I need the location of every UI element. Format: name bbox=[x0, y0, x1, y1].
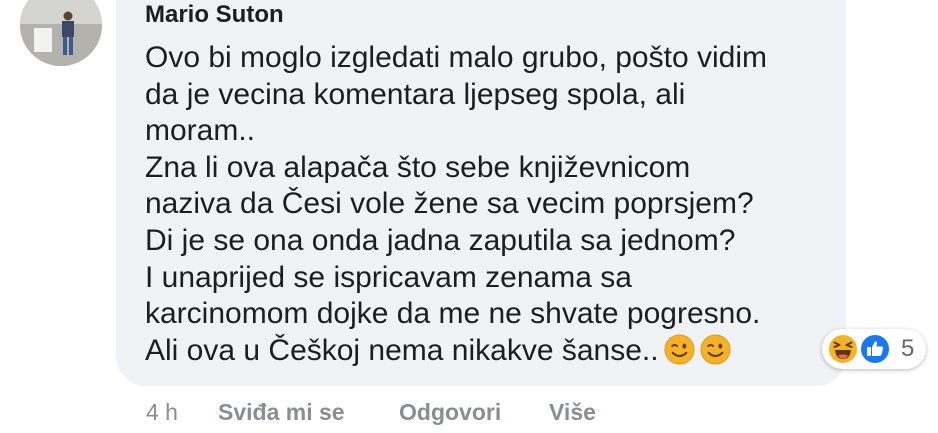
comment-author-name[interactable]: Mario Suton bbox=[145, 1, 284, 29]
reaction-count: 5 bbox=[901, 335, 915, 362]
comment-timestamp[interactable]: 4 h bbox=[146, 397, 178, 427]
like-icon bbox=[859, 333, 891, 365]
reply-button[interactable]: Odgovori bbox=[399, 397, 501, 427]
author-avatar[interactable] bbox=[20, 0, 102, 66]
reaction-summary[interactable]: 5 bbox=[822, 329, 926, 369]
comment-line: I unaprijed se ispricavam zenama sa bbox=[145, 260, 632, 294]
like-button[interactable]: Sviđa mi se bbox=[218, 397, 345, 427]
comment-line: Ali ova u Češkoj nema nikakve šanse.. bbox=[145, 333, 659, 367]
comment-line: Zna li ova alapača što sebe književnicom bbox=[145, 150, 691, 184]
winking-face-icon bbox=[700, 334, 731, 365]
winking-face-icon bbox=[664, 334, 695, 365]
comment-last-line: Ali ova u Češkoj nema nikakve šanse.. bbox=[145, 333, 840, 370]
haha-icon bbox=[827, 333, 859, 365]
comment-line: da je vecina komentara ljepseg spola, al… bbox=[145, 77, 686, 111]
avatar-photo bbox=[20, 0, 102, 66]
comment-text: Ovo bi moglo izgledati malo grubo, pošto… bbox=[145, 40, 840, 369]
comment-line: moram.. bbox=[145, 114, 256, 148]
comment-line: karcinomom dojke da me ne shvate pogresn… bbox=[145, 297, 761, 331]
comment-line: Di je se ona onda jadna zaputila sa jedn… bbox=[145, 223, 736, 257]
comment-line: Ovo bi moglo izgledati malo grubo, pošto… bbox=[145, 41, 767, 74]
more-button[interactable]: Više bbox=[549, 397, 596, 427]
comment-line: naziva da Česi vole žene sa vecim poprsj… bbox=[145, 187, 754, 221]
